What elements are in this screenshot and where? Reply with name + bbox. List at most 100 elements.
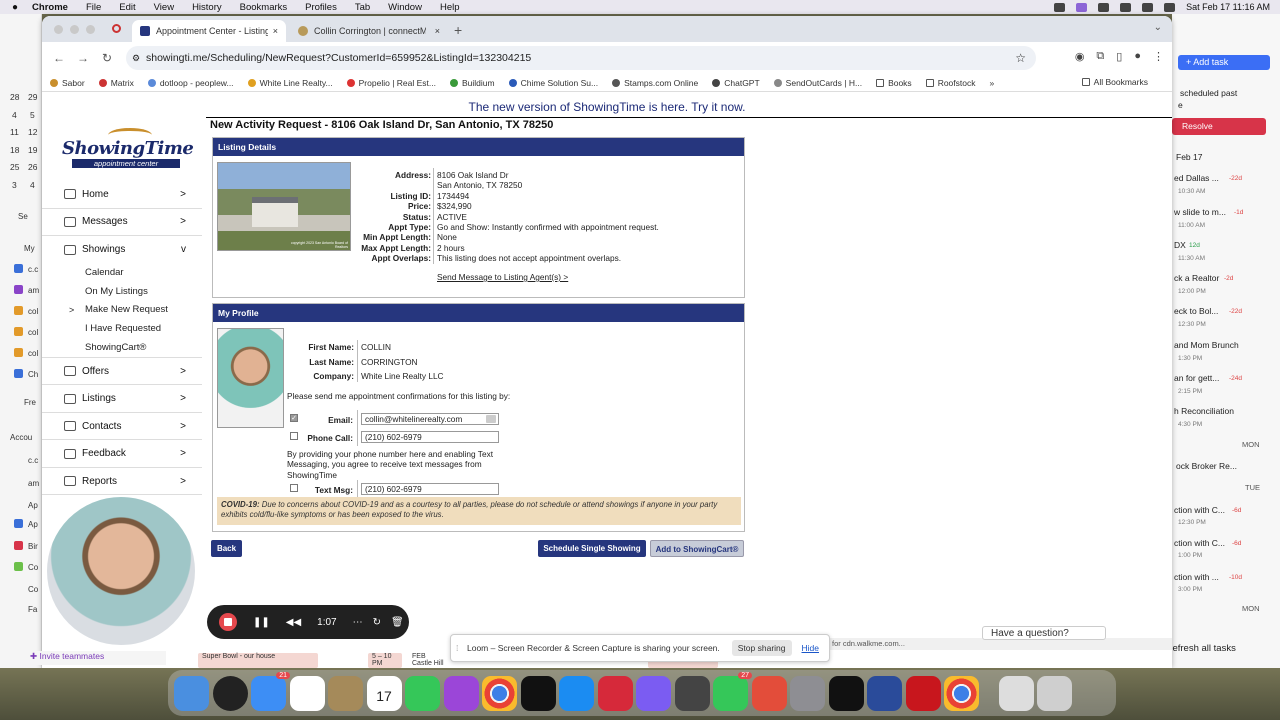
profile-avatar-icon[interactable]: ● [1134,50,1141,63]
nav-reports[interactable]: Reports > [42,468,202,496]
printer-icon[interactable] [867,675,902,711]
left-list-item[interactable]: Ch [28,370,38,379]
battery-icon[interactable] [1142,2,1154,12]
extension-icon[interactable]: ◉ [1075,50,1085,63]
drag-handle-icon[interactable]: ⁞ [456,643,458,653]
menubar-edit[interactable]: Edit [119,2,135,13]
menubar-help[interactable]: Help [440,2,460,13]
left-list-item[interactable]: col [28,349,38,358]
restart-button[interactable]: ↻ [373,617,381,628]
tab-search-icon[interactable]: ⌄ [1154,22,1162,33]
nav-offers[interactable]: Offers > [42,358,202,386]
nav-home[interactable]: Home > [42,181,202,209]
menubar-bookmarks[interactable]: Bookmarks [240,2,288,13]
mini-cal-day[interactable]: 26 [28,162,37,172]
mini-cal-day[interactable]: 28 [10,92,19,102]
side-panel-icon[interactable]: ▯ [1116,50,1122,63]
mini-cal-day[interactable]: 4 [30,180,35,190]
bookmark-item[interactable]: dotloop - peoplew... [147,78,234,88]
back-button[interactable]: Back [211,540,242,557]
bookmark-folder[interactable]: Books [876,78,912,88]
menubar-window[interactable]: Window [388,2,422,13]
nav-showingcart[interactable]: ShowingCart® [42,338,202,358]
back-button[interactable]: ← [52,51,66,65]
text-msg-field[interactable]: (210) 602-6979 [361,483,499,495]
nav-listings[interactable]: Listings > [42,385,202,413]
close-tab-icon[interactable]: × [435,26,440,36]
bookmark-item[interactable]: Matrix [98,78,134,88]
bookmark-item[interactable]: White Line Realty... [247,78,333,88]
nav-contacts[interactable]: Contacts > [42,413,202,441]
menubar-view[interactable]: View [154,2,174,13]
minimize-window-icon[interactable] [70,25,79,34]
close-window-icon[interactable] [54,25,63,34]
add-task-button[interactable]: + Add task [1178,55,1270,70]
email-checkbox[interactable]: ✓ [290,414,298,422]
new-tab-button[interactable]: + [454,22,462,38]
bookmark-item[interactable]: SendOutCards | H... [773,78,862,88]
podcasts-icon[interactable] [443,675,479,711]
left-account-item[interactable]: Co [28,585,38,594]
mini-cal-day[interactable]: 29 [28,92,37,102]
apple-tv-icon[interactable] [520,675,556,711]
nav-showings[interactable]: Showings v [42,236,202,264]
add-to-showingcart-button[interactable]: Add to ShowingCart® [650,540,744,557]
medium-icon[interactable] [828,675,864,711]
checkbox-checked-icon[interactable] [14,519,23,528]
bookmark-item[interactable]: Propelio | Real Est... [346,78,436,88]
send-message-link[interactable]: Send Message to Listing Agent(s) > [437,272,568,282]
checkbox-checked-icon[interactable] [14,562,23,571]
all-bookmarks-button[interactable]: All Bookmarks [1081,77,1148,87]
mini-cal-day[interactable]: 19 [28,145,37,155]
checkbox-checked-icon[interactable] [14,541,23,550]
phone-call-checkbox[interactable] [290,432,298,440]
calendar-icon[interactable]: 17 [366,675,402,711]
nav-on-my-listings[interactable]: On My Listings [42,282,202,301]
left-account-item[interactable]: Fa [28,605,37,614]
app-store-icon[interactable] [559,675,594,711]
autofill-icon[interactable] [486,415,496,423]
text-msg-checkbox[interactable] [290,484,298,492]
task-item[interactable]: DX [1174,240,1186,250]
nav-messages[interactable]: Messages > [42,209,202,236]
bookmarks-overflow-button[interactable]: » [989,78,994,88]
listing-photo[interactable]: copyright 2023 San Antonio Board of Real… [217,162,351,251]
mail-icon[interactable]: 21 [251,671,290,711]
mini-cal-day[interactable]: 18 [10,145,19,155]
menubar-tab[interactable]: Tab [355,2,370,13]
task-item[interactable]: and Mom Brunch [1174,340,1239,350]
loom-menubar-icon[interactable] [1076,2,1088,12]
task-item[interactable]: ed Dallas ... [1174,173,1219,183]
nav-make-new-request[interactable]: > Make New Request [42,301,202,320]
invite-teammates-link[interactable]: ✚ Invite teammates [30,651,166,665]
contacts-icon[interactable] [328,675,363,711]
reminders-icon[interactable] [289,675,325,711]
bookmark-item[interactable]: Buildium [449,78,495,88]
mic-icon[interactable] [1054,2,1066,12]
nav-i-have-requested[interactable]: I Have Requested [42,319,202,338]
forward-button[interactable]: → [76,51,90,65]
calculator-icon[interactable] [674,675,710,711]
menubar-profiles[interactable]: Profiles [305,2,337,13]
loom-webcam-bubble[interactable] [47,497,195,645]
task-item[interactable]: ction with C... [1174,505,1225,515]
trash-icon[interactable] [1037,675,1072,711]
task-item[interactable]: ock Broker Re... [1176,461,1237,471]
new-version-banner[interactable]: The new version of ShowingTime is here. … [42,100,1172,114]
tab-appointment-center[interactable]: Appointment Center - Listing × [132,20,286,42]
task-item[interactable]: ck a Realtor [1174,273,1219,283]
bookmark-item[interactable]: Sabor [50,78,85,88]
hide-sharing-bar-link[interactable]: Hide [802,643,819,653]
crossover-icon[interactable] [751,675,787,711]
task-item[interactable]: an for gett... [1174,373,1219,383]
calendar-event[interactable]: 5 – 10 PM [368,653,402,668]
refresh-all-tasks-button[interactable]: ↻ Refresh all tasks [1155,643,1272,659]
zoom-window-icon[interactable] [86,25,95,34]
siri-icon[interactable] [212,675,248,711]
menubar-file[interactable]: File [86,2,101,13]
delete-recording-button[interactable]: 🗑 [391,617,404,628]
mini-cal-day[interactable]: 11 [10,127,19,137]
email-field[interactable]: collin@whitelinerealty.com [361,413,499,425]
tab-connectmls[interactable]: Collin Corrington | connectM × [290,20,448,42]
stop-recording-button[interactable] [219,613,237,631]
